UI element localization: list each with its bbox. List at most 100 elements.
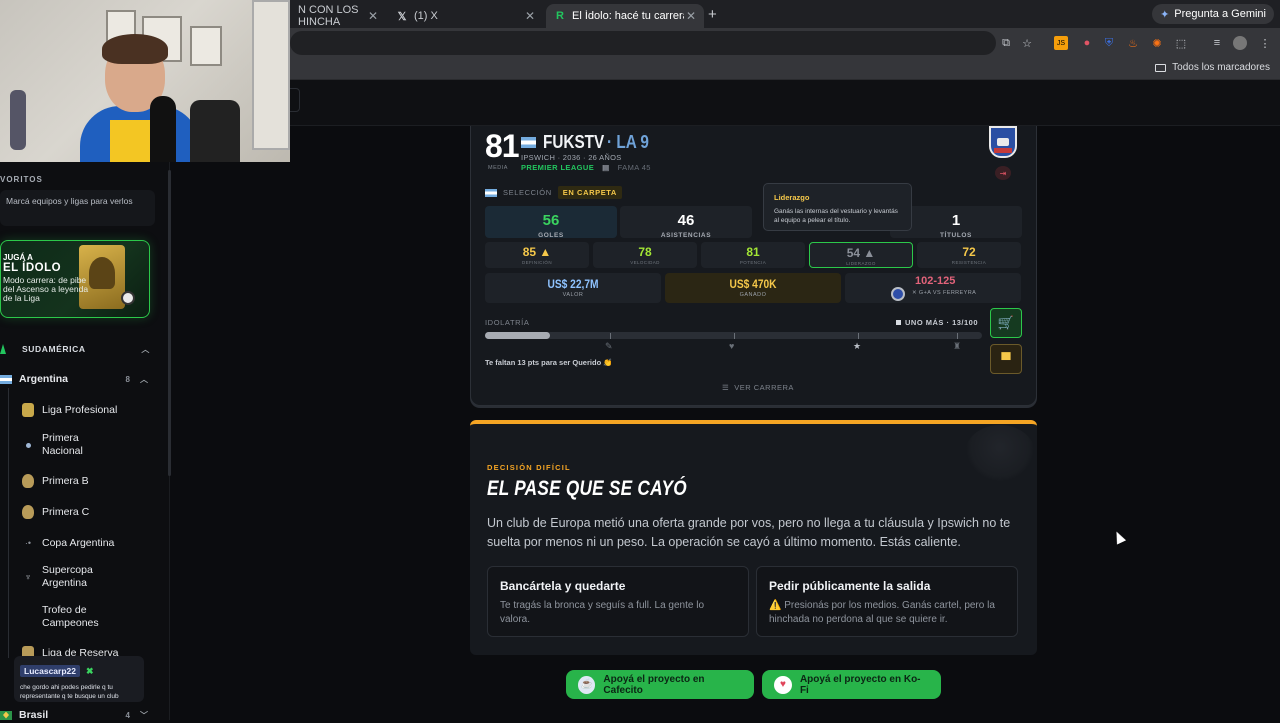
argentina-flag-icon [521,137,536,148]
extension-red-icon[interactable]: ● [1080,36,1094,50]
view-career-link[interactable]: ☰ VER CARRERA [722,383,794,392]
money-value: US$ 22,7M [547,277,599,291]
league-label: Trofeo de Campeones [42,604,99,629]
milestone-tick [734,333,735,339]
trophy-icon: ♆ [24,571,32,582]
selection-status-badge: EN CARPETA [557,186,622,199]
close-icon[interactable]: ✕ [686,9,696,23]
favorites-title: VORITOS [0,175,43,184]
exit-career-button[interactable]: ⇥ [995,166,1011,180]
option-text: ⚠️ Presionás por los medios. Ganás carte… [769,600,995,625]
sidebar-item-primera-c[interactable]: Primera C [8,505,148,519]
chevron-down-icon: ﹀ [140,710,148,720]
close-icon[interactable]: ✕ [368,9,378,23]
extension-js-icon[interactable]: JS [1054,36,1068,50]
money-label: GANADO [739,292,767,298]
trofeo-logo-icon [22,610,34,624]
all-bookmarks[interactable]: Todos los marcadores [1155,62,1270,73]
profile-avatar[interactable] [1233,36,1247,50]
option-request-exit-button[interactable]: Pedir públicamente la salida ⚠️ Presioná… [756,566,1018,637]
option-stay-button[interactable]: Bancártela y quedarte Te tragás la bronc… [487,566,749,637]
attr-potencia[interactable]: 81 POTENCIA [701,242,805,268]
stat-label: TÍTULOS [939,232,972,239]
football-icon [121,291,135,305]
stat-assists: 46 ASISTENCIAS [620,206,752,239]
attr-label: POTENCIA [739,260,767,265]
extension-burst-icon[interactable]: ✺ [1150,36,1164,50]
league-label: Primera Nacional [42,432,83,457]
stat-label: ASISTENCIAS [660,232,712,239]
support-kofi-label: Apoyá el proyecto en Ko-Fi [799,673,921,696]
decision-title: EL PASE QUE SE CAYÓ [487,477,687,500]
tooltip-text: Ganás las internas del vestuario y levan… [774,208,898,224]
money-value: US$ 470K [729,277,777,291]
primera-c-logo-icon [22,505,34,519]
option-text: Te tragás la bronca y seguís a full. La … [500,600,705,625]
cafecito-icon: ☕ [578,675,596,694]
national-team-row: SELECCIÓN EN CARPETA [485,186,622,199]
tab-x[interactable]: 𝕏 (1) X ✕ [388,4,543,28]
player-name: FUKSTV [543,132,605,152]
tab-el-idolo[interactable]: R El Ídolo: hacé tu carrera en la ✕ [546,4,704,28]
tab-label: N CON LOS HINCHA [298,4,359,28]
option-title: Bancártela y quedarte [500,579,626,593]
attr-label: VELOCIDAD [630,260,660,265]
support-kofi-button[interactable]: ♥ Apoyá el proyecto en Ko-Fi [762,670,941,699]
country-brasil[interactable]: Brasil 4 ﹀ [0,707,150,723]
sidebar-item-supercopa-argentina[interactable]: ♆ Supercopa Argentina [8,564,148,590]
rival-score: 102-125 [915,275,956,287]
tab-hinchas[interactable]: N CON LOS HINCHA ✕ [290,4,386,28]
close-icon[interactable]: ✕ [525,9,535,23]
copa-argentina-logo-icon: ·• [24,537,32,548]
rival-comparison: 102-125 ✕ G+A VS FERREYRA [845,273,1021,303]
document-icon: ▤ [602,163,610,172]
attr-value: 85 ▲ [522,245,552,259]
support-cafecito-button[interactable]: ☕ Apoyá el proyecto en Cafecito [566,670,754,699]
chevron-up-icon: ︿ [141,344,150,354]
new-tab-icon[interactable]: + [708,6,717,23]
tab-label: El Ídolo: hacé tu carrera en la [572,10,684,22]
primera-nacional-logo-icon [22,438,34,452]
bookmark-star-icon[interactable]: ☆ [1020,36,1034,50]
sidebar-item-copa-argentina[interactable]: ·• Copa Argentina [8,536,148,550]
region-sudamerica[interactable]: SUDAMÉRICA ︿ [0,342,150,356]
attr-liderazgo[interactable]: 54 ▲ LIDERAZGO [809,242,913,268]
primera-b-logo-icon [22,474,34,488]
gemini-button[interactable]: ✦ Pregunta a Gemini [1152,4,1274,24]
shop-cart-button[interactable]: 🛒 [990,308,1022,338]
view-career-label: VER CARRERA [734,383,794,392]
idolatry-note: Te faltan 13 pts para ser Querido 👏 [485,358,613,367]
attr-resistencia[interactable]: 72 RESISTENCIA [917,242,1021,268]
attr-velocidad[interactable]: 78 VELOCIDAD [593,242,697,268]
attr-label: LIDERAZGO [846,261,876,266]
sidebar-item-primera-nacional[interactable]: Primera Nacional [8,432,148,458]
attr-label: DEFINICIÓN [521,260,552,265]
cast-icon[interactable]: ⧉ [999,36,1013,50]
favorites-hint-text: Marcá equipos y ligas para verlos [6,196,133,206]
extensions-puzzle-icon[interactable]: ⬚ [1174,36,1188,50]
football-watermark-icon [965,425,1035,481]
gift-button[interactable]: ▀ [990,344,1022,374]
menu-kebab-icon[interactable]: ⋮ [1258,36,1272,50]
media-queue-icon[interactable]: ≡ [1210,36,1224,50]
promo-kicker: JUGÁ A [3,253,33,262]
getafe-crest-icon [891,287,905,301]
selection-label: SELECCIÓN [503,188,552,197]
sidebar-item-liga-profesional[interactable]: Liga Profesional [8,403,148,417]
sidebar-item-trofeo-de-campeones[interactable]: Trofeo de Campeones [8,604,148,630]
sidebar-scrollbar[interactable] [168,170,171,476]
attr-definicion[interactable]: 85 ▲ DEFINICIÓN [485,242,589,268]
verified-badge-icon: ✖ [85,666,94,676]
address-bar[interactable] [290,31,996,55]
extension-flame-icon[interactable]: ♨ [1126,36,1140,50]
extension-shield-icon[interactable]: ⛨ [1102,36,1116,50]
country-argentina[interactable]: Argentina 8 ︿ [0,371,150,387]
rival-label: ✕ G+A VS FERREYRA [912,290,977,296]
country-label: Brasil [19,709,49,721]
sidebar-item-primera-b[interactable]: Primera B [8,474,148,488]
overall-label: MEDIA [488,165,508,171]
league-label: Liga Profesional [42,403,118,416]
el-idolo-promo[interactable]: JUGÁ A EL ÍDOLO Modo carrera: de pibe de… [0,240,150,318]
tab-label: (1) X [414,10,438,22]
milestone-tick [858,333,859,339]
